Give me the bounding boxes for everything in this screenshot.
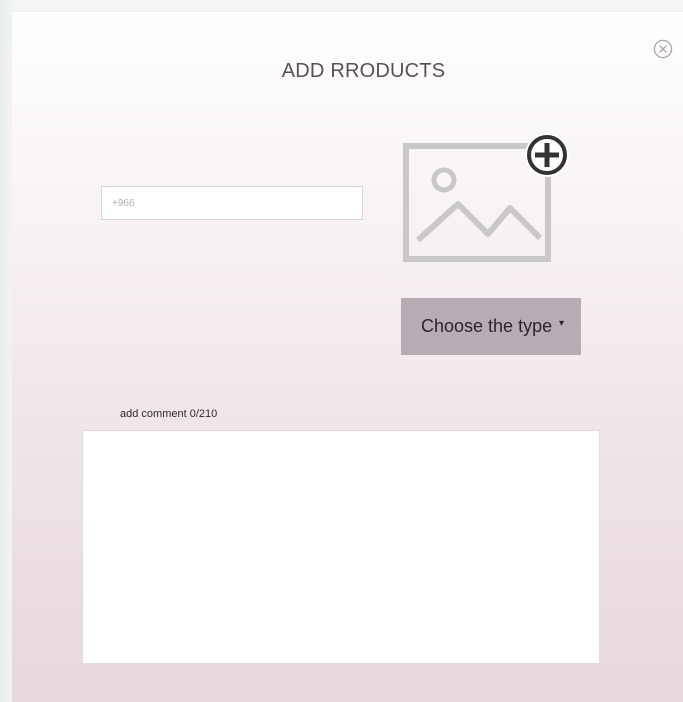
image-upload-button[interactable] [402,130,574,268]
close-button[interactable] [653,39,673,59]
page-background: ADD RRODUCTS Choose the type ▾ [0,0,683,702]
phone-input[interactable] [101,186,363,220]
type-select-label: Choose the type [421,316,553,336]
comment-textarea[interactable] [82,430,600,664]
add-products-modal: ADD RRODUCTS Choose the type ▾ [12,12,683,702]
modal-title: ADD RRODUCTS [281,60,446,82]
plus-circle-icon [525,133,569,177]
chevron-down-icon: ▾ [559,318,565,329]
type-select-dropdown[interactable]: Choose the type ▾ [401,298,581,355]
close-circle-icon [653,39,673,59]
comment-label: add comment 0/210 [120,408,218,420]
